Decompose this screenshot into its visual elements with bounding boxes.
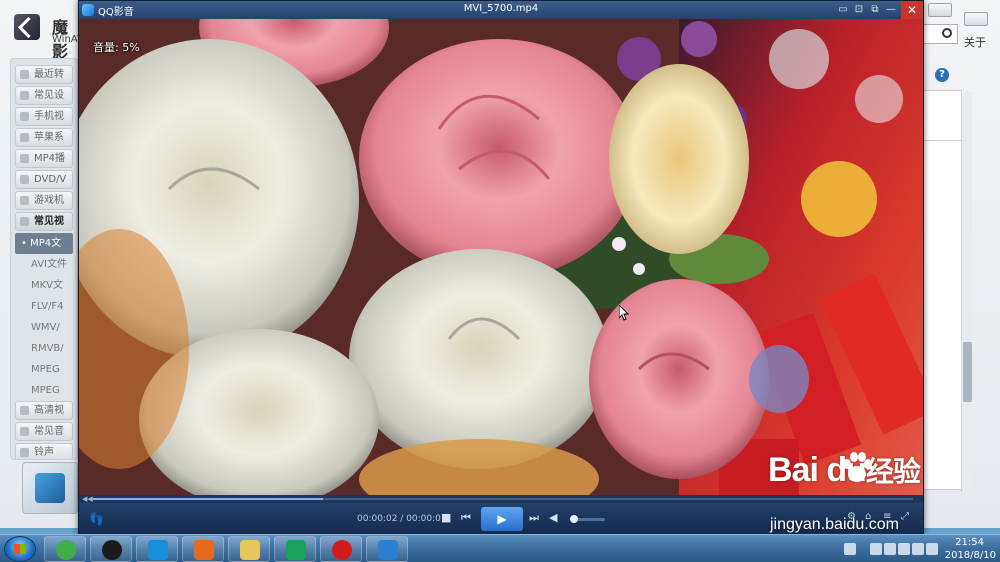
folder-icon <box>240 540 260 560</box>
current-time: 00:00:02 <box>357 514 398 524</box>
format-item[interactable]: • MP4文 <box>15 233 73 254</box>
taskbar-button[interactable] <box>182 536 224 562</box>
previous-button[interactable]: ⏮ <box>461 511 471 525</box>
rewind-icon[interactable]: ◀◀ <box>82 495 93 503</box>
side-item[interactable]: 铃声 <box>15 443 73 459</box>
taskbar-button[interactable] <box>366 536 408 562</box>
keyboard-icon[interactable] <box>844 543 856 555</box>
format-item[interactable]: AVI文件 <box>15 254 73 275</box>
start-button[interactable] <box>4 536 36 562</box>
side-item[interactable]: MP4播 <box>15 149 73 168</box>
rose-bouquet-image <box>79 19 923 495</box>
usb-icon[interactable] <box>884 543 896 555</box>
format-item[interactable]: FLV/F4 <box>15 296 73 317</box>
taskbar-button[interactable] <box>274 536 316 562</box>
pin-icon[interactable]: ⧉ <box>869 4 881 16</box>
jingyan-logo-text: 经验 <box>865 456 921 487</box>
close-button[interactable]: ✕ <box>901 1 923 19</box>
clock-date[interactable]: 2018/8/10 <box>945 550 996 561</box>
mini-mode-icon[interactable]: ▭ <box>837 4 849 16</box>
format-item[interactable]: MKV文 <box>15 275 73 296</box>
format-item[interactable]: WMV/ <box>15 317 73 338</box>
video-file-name: MVI_5700.mp4 <box>463 3 539 14</box>
scrollbar[interactable] <box>961 92 972 492</box>
app-logo: 魔影 WinAV <box>6 6 84 61</box>
search-icon[interactable] <box>942 28 952 38</box>
watermark-url: jingyan.baidu.com <box>770 516 899 533</box>
time-display: 00:00:02 / 00:00:07 <box>357 514 447 524</box>
side-item[interactable]: 最近转 <box>15 65 73 84</box>
logo-icon <box>14 14 40 40</box>
baidu-jingyan-watermark: Bai du经验 jingyan.baidu.com <box>768 450 1000 540</box>
about-link[interactable]: 关于 <box>964 34 986 50</box>
side-item[interactable]: 常见设 <box>15 86 73 105</box>
format-item[interactable]: MPEG <box>15 359 73 380</box>
search-input[interactable] <box>922 24 958 44</box>
qq-icon <box>102 540 122 560</box>
winavi-large-icon[interactable] <box>22 462 78 514</box>
progress-fill <box>93 498 323 500</box>
system-tray: 21:54 2018/8/10 <box>840 535 1000 562</box>
footprint-icon[interactable]: 👣 <box>89 512 104 526</box>
360-browser-icon <box>56 540 76 560</box>
side-item[interactable]: 高清视 <box>15 401 73 420</box>
volume-icon[interactable] <box>898 543 910 555</box>
windows-taskbar: 21:54 2018/8/10 <box>0 534 1000 562</box>
firefox-icon <box>194 540 214 560</box>
video-frame-roses[interactable] <box>79 19 923 495</box>
side-item[interactable]: 常见音 <box>15 422 73 441</box>
taskbar-button[interactable] <box>44 536 86 562</box>
side-item[interactable]: DVD/V <box>15 170 73 189</box>
taskbar-button[interactable] <box>90 536 132 562</box>
network-icon[interactable] <box>912 543 924 555</box>
window-button[interactable] <box>928 3 952 17</box>
window-button[interactable] <box>964 12 988 26</box>
media-icon <box>148 540 168 560</box>
divider <box>922 140 962 141</box>
stop-button[interactable]: ■ <box>441 511 451 525</box>
clock-time[interactable]: 21:54 <box>955 537 984 548</box>
mouse-cursor-icon <box>619 305 629 321</box>
record-icon <box>332 540 352 560</box>
baidu-paw-icon <box>843 452 872 482</box>
side-item[interactable]: 苹果系 <box>15 128 73 147</box>
format-category-panel: 最近转常见设手机视苹果系 MP4播 DVD/V 游戏机常见视 • MP4文 AVI文件 MK… <box>10 58 78 460</box>
green-app-icon <box>286 540 306 560</box>
file-list[interactable] <box>922 90 962 490</box>
side-item[interactable]: 常见视 <box>15 212 73 231</box>
taskbar-button[interactable] <box>320 536 362 562</box>
help-icon[interactable]: ? <box>935 68 949 82</box>
taskbar-button[interactable] <box>228 536 270 562</box>
winavi-icon <box>378 540 398 560</box>
power-icon[interactable] <box>926 543 938 555</box>
side-item[interactable]: 游戏机 <box>15 191 73 210</box>
player-titlebar[interactable]: QQ影音 MVI_5700.mp4 ▭ ⊡ ⧉ — ☐ ✕ <box>79 1 923 19</box>
next-button[interactable]: ⏭ <box>529 511 539 525</box>
format-item[interactable]: RMVB/ <box>15 338 73 359</box>
scrollbar-thumb[interactable] <box>963 342 972 402</box>
volume-osd: 音量: 5% <box>93 41 140 54</box>
time-separator: / <box>397 514 407 524</box>
tray-expand-icon[interactable] <box>870 543 882 555</box>
skin-icon[interactable]: ⊡ <box>853 4 865 16</box>
side-item[interactable]: 手机视 <box>15 107 73 126</box>
play-button[interactable]: ▶ <box>481 507 523 531</box>
minimize-button[interactable]: — <box>885 4 897 16</box>
volume-icon[interactable]: ◀ <box>549 511 557 525</box>
format-item[interactable]: MPEG <box>15 380 73 401</box>
taskbar-button[interactable] <box>136 536 178 562</box>
volume-knob[interactable] <box>569 515 578 523</box>
